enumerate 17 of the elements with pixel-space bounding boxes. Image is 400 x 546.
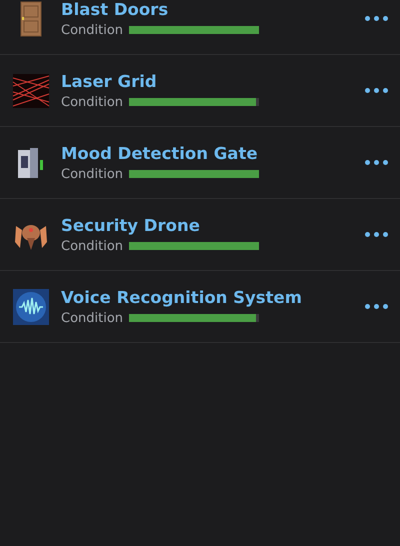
device-row[interactable]: Laser Grid Condition [0,55,400,127]
device-row[interactable]: Security Drone Condition [0,199,400,271]
device-name: Voice Recognition System [61,286,303,308]
device-name: Security Drone [61,214,201,236]
condition-label: Condition [61,310,124,326]
device-name: Blast Doors [61,0,170,20]
condition-label: Condition [61,166,124,182]
device-row[interactable]: Voice Recognition System Condition [0,271,400,343]
device-row[interactable]: Mood Detection Gate Condition [0,127,400,199]
voice-wave-icon [12,288,50,326]
device-name: Laser Grid [61,70,158,92]
laser-grid-icon [12,72,50,110]
device-name: Mood Detection Gate [61,142,259,164]
device-row[interactable]: Blast Doors Condition [0,0,400,55]
condition-label: Condition [61,238,124,254]
condition-label: Condition [61,22,124,38]
condition-label: Condition [61,94,124,110]
